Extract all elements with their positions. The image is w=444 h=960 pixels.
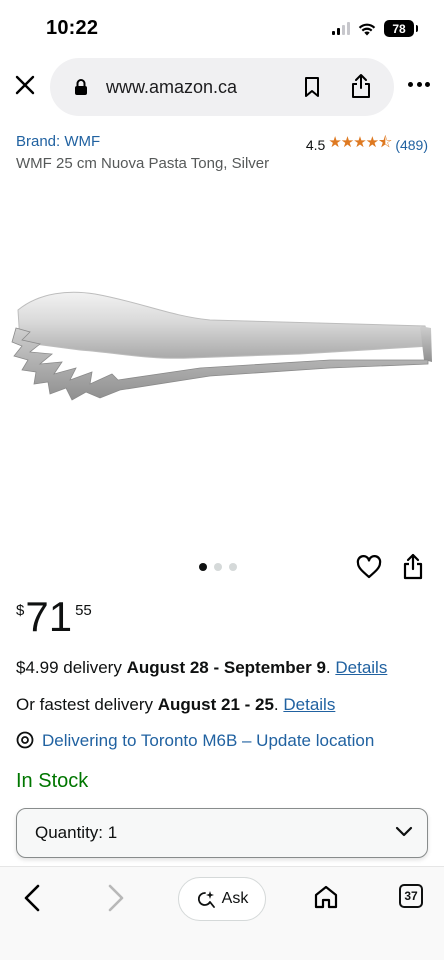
address-bar[interactable]: www.amazon.ca [50,58,394,116]
delivery-location-link[interactable]: Delivering to Toronto M6B – Update locat… [16,731,374,751]
delivery-details-link[interactable]: Details [335,658,387,677]
quantity-select[interactable]: Quantity: 1 [16,808,428,858]
share-icon[interactable] [402,553,424,580]
delivery-separator: . [325,658,336,677]
price: $ 71 55 [16,596,92,638]
fastest-delivery-label: Or fastest delivery [16,695,158,714]
ask-label: Ask [221,890,249,907]
delivery-separator: . [273,695,284,714]
fastest-delivery-dates: August 21 - 25 [157,695,274,714]
tabs-count-button[interactable]: 37 [399,884,423,908]
bookmark-icon[interactable] [304,76,320,98]
price-fraction: 55 [75,602,92,619]
carousel-dot[interactable] [229,563,237,571]
stock-status: In Stock [16,770,89,792]
rating-value: 4.5 [305,136,326,153]
battery-icon: 78 [384,20,418,37]
image-carousel-dots[interactable] [199,563,237,571]
brand-link[interactable]: Brand: WMF [16,133,100,150]
standard-delivery: $4.99 delivery August 28 - September 9. … [16,658,387,678]
status-bar: 10:22 78 [0,0,444,56]
review-count-link[interactable]: (489) [395,137,428,153]
star-rating-icon: ★★★★⯪ [328,134,392,151]
product-title: WMF 25 cm Nuova Pasta Tong, Silver [16,155,270,172]
delivery-cost: $4.99 delivery [16,658,127,677]
close-icon[interactable] [12,72,38,98]
status-time: 10:22 [46,17,99,39]
share-icon[interactable] [350,73,372,99]
delivery-location-text: Delivering to Toronto M6B – Update locat… [42,731,375,750]
rating-summary[interactable]: 4.5 ★★★★⯪ (489) [306,132,428,157]
fastest-details-link[interactable]: Details [283,695,335,714]
forward-arrow-icon[interactable] [106,883,126,913]
status-icons: 78 [332,20,418,37]
product-image[interactable] [0,280,444,410]
more-options-icon[interactable] [408,82,430,88]
browser-address-row: www.amazon.ca [0,56,444,116]
cellular-signal-icon [332,22,350,35]
carousel-dot[interactable] [214,563,222,571]
lock-icon [75,79,87,95]
quantity-value: Quantity: 1 [35,823,118,842]
url-text: www.amazon.ca [106,77,238,97]
chevron-down-icon [395,826,413,837]
price-whole: 71 [25,593,73,640]
ask-button[interactable]: Ask [178,877,266,921]
fastest-delivery: Or fastest delivery August 21 - 25. Deta… [16,695,335,715]
ask-sparkle-icon [197,891,215,908]
delivery-dates: August 28 - September 9 [126,658,326,677]
wifi-icon [358,23,376,35]
browser-toolbar: Ask 37 [0,866,444,960]
price-currency: $ [16,602,25,619]
home-icon[interactable] [313,884,339,910]
carousel-dot[interactable] [199,563,207,571]
location-pin-icon [16,731,34,749]
heart-icon[interactable] [356,555,382,579]
back-arrow-icon[interactable] [22,883,42,913]
